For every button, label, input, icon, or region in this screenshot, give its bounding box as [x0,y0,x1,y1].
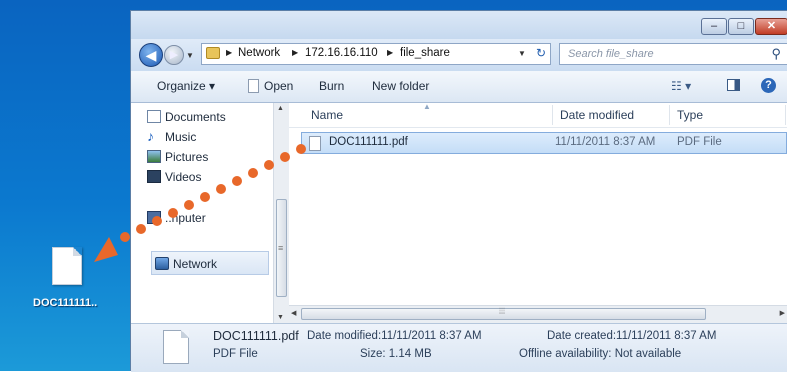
details-date-modified: Date modified:11/11/2011 8:37 AM [307,330,482,342]
sidebar-item-label: Network [173,257,218,271]
column-divider[interactable] [785,105,786,125]
sidebar-item-music[interactable]: ♪ Music [147,129,197,144]
network-icon [155,257,169,270]
music-icon: ♪ [147,128,154,144]
sidebar-item-videos[interactable]: Videos [147,170,202,184]
details-label: Date created: [547,330,617,342]
details-label: Date modified: [307,330,382,342]
search-icon[interactable]: ⚲ [771,46,781,62]
refresh-icon[interactable]: ↻ [532,46,550,62]
scrollbar-grip-icon: ≡ [278,243,284,253]
sidebar-item-documents[interactable]: Documents [147,110,226,124]
file-list: ▲ Name Date modified Type DOC111111.pdf … [289,102,787,323]
scroll-down-icon[interactable]: ▼ [277,314,284,321]
details-file-type: PDF File [213,348,258,360]
title-bar[interactable]: – □ ✕ [131,11,787,39]
column-header-date-modified[interactable]: Date modified [560,108,634,122]
documents-icon [147,110,161,123]
pdf-file-icon [309,136,321,151]
sidebar-item-network[interactable]: Network [155,257,218,271]
scroll-up-icon[interactable]: ▲ [277,105,284,112]
command-bar: Organize ▾ Open Burn New folder ☷ ▾ ? [131,71,787,103]
breadcrumb-network[interactable]: Network [238,47,280,59]
open-button[interactable]: Open [248,79,293,93]
details-label: Offline availability: [519,348,612,360]
details-file-icon [163,330,189,364]
file-row-selected[interactable]: DOC111111.pdf 11/11/2011 8:37 AM PDF Fil… [301,132,787,154]
column-divider[interactable] [669,105,670,125]
change-view-icon[interactable]: ☷ ▾ [671,79,691,93]
details-value: 1.14 MB [388,348,432,360]
sidebar-item-label: ..nputer [165,211,206,225]
file-name-cell: DOC111111.pdf [329,136,408,148]
forward-button[interactable]: ▶ [164,45,184,65]
scroll-right-icon[interactable]: ▶ [780,309,785,317]
file-list-horizontal-scrollbar[interactable]: ◀ ⦙⦙⦙ ▶ [289,305,787,323]
breadcrumb-separator-icon[interactable]: ▶ [387,48,393,57]
search-input[interactable]: Search file_share ⚲ [559,43,787,65]
sidebar-item-pictures[interactable]: Pictures [147,150,209,164]
burn-button[interactable]: Burn [319,79,344,93]
details-pane: DOC111111.pdf PDF File Date modified:11/… [131,323,787,372]
computer-icon [147,211,161,224]
open-button-label: Open [264,79,294,93]
sidebar-item-label: Documents [165,110,226,124]
sidebar-item-label: Music [165,130,197,144]
minimize-button[interactable]: – [701,18,727,35]
new-folder-button[interactable]: New folder [372,79,429,93]
search-placeholder: Search file_share [568,48,654,60]
column-header-row: ▲ Name Date modified Type [289,102,787,128]
navigation-pane: Documents ♪ Music Pictures Videos ..nput… [131,103,290,323]
details-value: Not available [614,348,682,360]
help-icon[interactable]: ? [761,78,776,93]
breadcrumb-file-share[interactable]: file_share [400,47,450,59]
explorer-window: – □ ✕ ◀ ▶ ▼ ▶ Network ▶ 172.16.16.110 ▶ … [130,10,787,372]
file-date-cell: 11/11/2011 8:37 AM [555,136,656,148]
scrollbar-grip-icon: ⦙⦙⦙ [499,306,506,316]
recent-pages-dropdown-icon[interactable]: ▼ [186,51,194,60]
breadcrumb-host[interactable]: 172.16.16.110 [305,47,378,59]
breadcrumb-separator-icon[interactable]: ▶ [292,48,298,57]
file-type-cell: PDF File [677,136,722,148]
details-offline-availability: Offline availability: Not available [519,348,681,360]
sidebar-item-label: Videos [165,170,202,184]
network-folder-icon [206,47,220,59]
preview-pane-icon[interactable] [727,79,740,91]
maximize-button[interactable]: □ [728,18,754,35]
details-label: Size: [360,348,386,360]
videos-icon [147,170,161,183]
breadcrumb-separator-icon[interactable]: ▶ [226,48,232,57]
sidebar-item-label: Pictures [165,150,209,164]
details-file-name: DOC111111.pdf [213,329,299,343]
column-header-type[interactable]: Type [677,108,703,122]
sort-ascending-icon: ▲ [423,102,431,111]
organize-menu[interactable]: Organize ▾ [157,79,215,93]
column-divider[interactable] [552,105,553,125]
scroll-left-icon[interactable]: ◀ [291,309,296,317]
pictures-icon [147,150,161,163]
column-header-name[interactable]: Name [311,108,343,122]
close-button[interactable]: ✕ [755,18,787,35]
desktop-file-label[interactable]: DOC111111.. [33,297,97,309]
navigation-pane-scrollbar[interactable]: ▲ ≡ ▼ [273,103,289,323]
details-value: 11/11/2011 8:37 AM [616,330,717,342]
details-size: Size: 1.14 MB [360,348,432,360]
address-bar[interactable]: ▶ Network ▶ 172.16.16.110 ▶ file_share ▼… [201,43,551,65]
back-button[interactable]: ◀ [139,43,163,67]
desktop-pdf-file-icon[interactable] [52,247,82,285]
open-document-icon [248,79,259,93]
sidebar-item-computer[interactable]: ..nputer [147,211,206,225]
details-value: 11/11/2011 8:37 AM [381,330,482,342]
navigation-bar: ◀ ▶ ▼ ▶ Network ▶ 172.16.16.110 ▶ file_s… [131,39,787,71]
details-date-created: Date created:11/11/2011 8:37 AM [547,330,716,342]
address-dropdown-icon[interactable]: ▼ [518,49,526,58]
